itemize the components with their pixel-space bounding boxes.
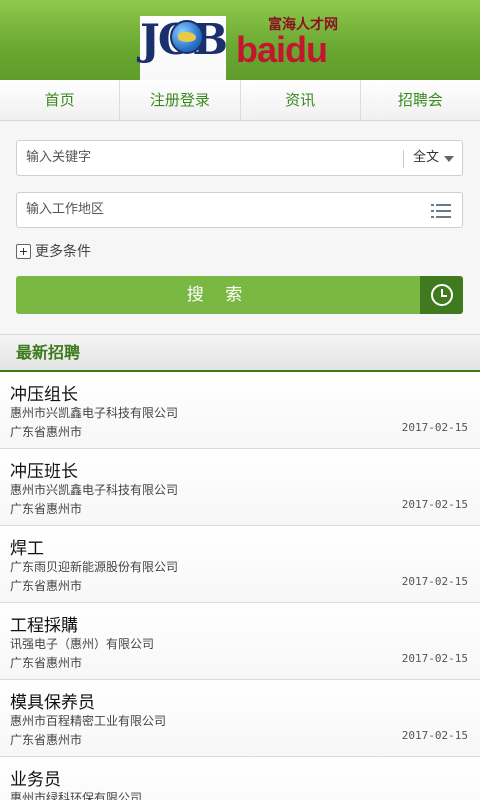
job-date: 2017-02-15	[401, 575, 468, 588]
search-history-button[interactable]	[420, 276, 463, 314]
latest-jobs-header: 最新招聘	[0, 334, 480, 372]
job-location: 广东省惠州市	[10, 733, 83, 747]
more-conditions-label[interactable]: 更多条件	[35, 241, 91, 261]
job-location: 广东省惠州市	[10, 425, 83, 439]
job-company: 惠州市百程精密工业有限公司	[10, 714, 167, 728]
job-location: 广东省惠州市	[10, 502, 83, 516]
nav-item-register-login[interactable]: 注册登录	[120, 80, 241, 120]
job-list: 冲压组长 惠州市兴凯鑫电子科技有限公司 广东省惠州市 2017-02-15 冲压…	[0, 372, 480, 800]
site-logo[interactable]: JOB 富海人才网 baidu	[140, 12, 350, 93]
clock-icon	[431, 284, 453, 306]
search-scope-select[interactable]: 全文	[413, 141, 439, 175]
more-conditions-toggle[interactable]: 更多条件	[16, 241, 91, 261]
job-company: 惠州市兴凯鑫电子科技有限公司	[10, 483, 179, 497]
plus-icon[interactable]	[16, 243, 31, 259]
chevron-down-icon[interactable]	[444, 156, 454, 162]
field-divider	[403, 150, 404, 168]
job-date: 2017-02-15	[401, 652, 468, 665]
nav-item-job-fair[interactable]: 招聘会	[361, 80, 480, 120]
job-location: 广东省惠州市	[10, 656, 83, 670]
search-button[interactable]: 搜 索	[16, 276, 421, 314]
job-list-item[interactable]: 冲压组长 惠州市兴凯鑫电子科技有限公司 广东省惠州市 2017-02-15	[0, 372, 480, 449]
nav-item-news[interactable]: 资讯	[241, 80, 361, 120]
job-company: 惠州市兴凯鑫电子科技有限公司	[10, 406, 179, 420]
job-date: 2017-02-15	[401, 729, 468, 742]
area-placeholder: 输入工作地区	[26, 202, 105, 217]
job-list-item[interactable]: 模具保养员 惠州市百程精密工业有限公司 广东省惠州市 2017-02-15	[0, 680, 480, 757]
keyword-placeholder: 输入关键字	[26, 150, 92, 165]
job-list-item[interactable]: 冲压班长 惠州市兴凯鑫电子科技有限公司 广东省惠州市 2017-02-15	[0, 449, 480, 526]
globe-logo-icon	[170, 20, 204, 54]
job-title[interactable]: 模具保养员	[10, 688, 95, 713]
job-list-item[interactable]: 工程採購 讯强电子（惠州）有限公司 广东省惠州市 2017-02-15	[0, 603, 480, 680]
job-title[interactable]: 焊工	[10, 534, 44, 559]
work-area-input[interactable]: 输入工作地区	[16, 192, 463, 228]
job-title[interactable]: 冲压班长	[10, 457, 78, 482]
job-company: 惠州市绿科环保有限公司	[10, 791, 143, 800]
search-panel: 输入关键字 全文 输入工作地区 更多条件 搜 索	[0, 121, 480, 334]
job-list-item[interactable]: 业务员 惠州市绿科环保有限公司	[0, 757, 480, 800]
job-title[interactable]: 业务员	[10, 765, 61, 790]
job-location: 广东省惠州市	[10, 579, 83, 593]
job-title[interactable]: 工程採購	[10, 611, 78, 636]
job-company: 讯强电子（惠州）有限公司	[10, 637, 155, 651]
job-title[interactable]: 冲压组长	[10, 380, 78, 405]
main-nav: 首页 注册登录 资讯 招聘会	[0, 80, 480, 121]
logo-baidu-text: baidu	[236, 29, 328, 70]
list-icon[interactable]	[431, 204, 451, 218]
app-header: JOB 富海人才网 baidu	[0, 0, 480, 93]
section-title: 最新招聘	[16, 343, 81, 362]
job-company: 广东雨贝迎新能源股份有限公司	[10, 560, 179, 574]
job-list-item[interactable]: 焊工 广东雨贝迎新能源股份有限公司 广东省惠州市 2017-02-15	[0, 526, 480, 603]
job-date: 2017-02-15	[401, 498, 468, 511]
keyword-search-input[interactable]: 输入关键字 全文	[16, 140, 463, 176]
nav-item-home[interactable]: 首页	[0, 80, 121, 120]
job-date: 2017-02-15	[401, 421, 468, 434]
